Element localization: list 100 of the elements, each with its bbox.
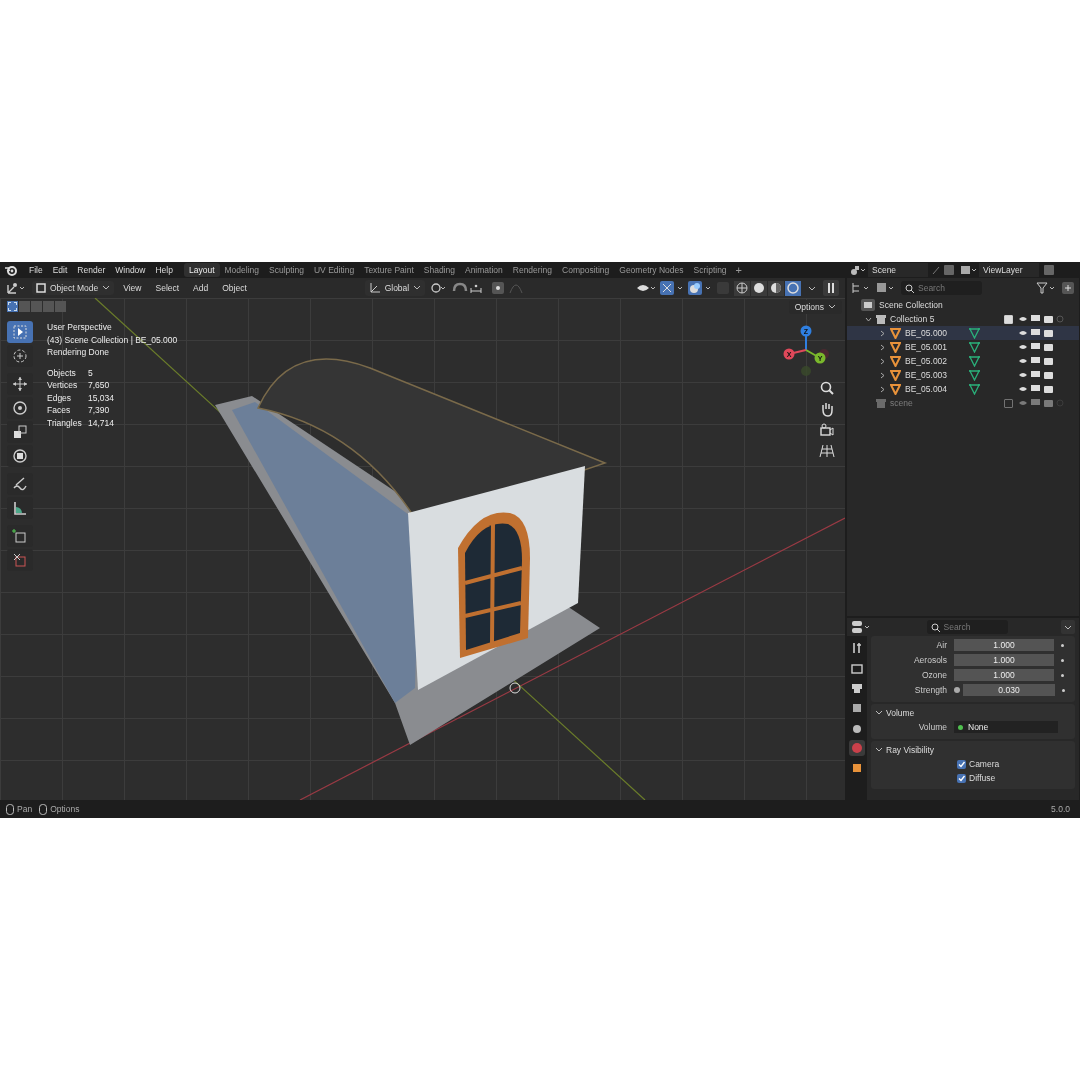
number-field[interactable]: 1.000 [954,669,1054,681]
workspace-tab[interactable]: Compositing [557,263,615,277]
hand-icon[interactable] [819,401,835,417]
grid-icon[interactable] [819,443,835,459]
visibility-toggles-icon[interactable] [1017,314,1067,324]
overlay-toggle-icon[interactable] [688,281,712,295]
outliner-row[interactable]: BE_05.003 [847,368,1079,382]
mesh-data-icon[interactable] [969,383,981,395]
outliner-item[interactable]: Collection 5 [890,314,935,324]
scale-tool-icon [12,424,28,440]
visibility-toggles-icon[interactable] [1017,398,1067,408]
workspace-tab[interactable]: Modeling [219,263,264,277]
viewport-info-text: Rendering Done [47,346,110,359]
keyframe-icon[interactable] [1061,643,1064,647]
pivot-icon[interactable] [429,281,448,295]
outliner-row[interactable]: BE_05.001 [847,340,1079,354]
workspace-tab[interactable]: Scripting [688,263,732,277]
viewport-menu[interactable]: Add [188,281,214,295]
workspace-tab[interactable]: Shading [418,263,460,277]
exclude-checkbox[interactable] [1004,314,1013,324]
workspace-tab[interactable]: Layout [183,263,220,277]
mesh-data-icon[interactable] [969,369,981,381]
workspace-tab[interactable]: UV Editing [308,263,360,277]
outliner-row[interactable]: BE_05.004 [847,382,1079,396]
menu-item[interactable]: File [24,263,48,277]
mesh-object-icon [890,327,901,339]
material-shading-button[interactable] [768,280,784,296]
proportional-edit-icon[interactable] [491,281,506,295]
workspace-tab[interactable]: Sculpting [264,263,309,277]
workspace-tab[interactable]: Animation [459,263,508,277]
rendered-shading-button[interactable] [785,280,801,296]
pause-icon[interactable] [823,280,839,296]
outliner-row[interactable]: BE_05.002 [847,354,1079,368]
number-field[interactable]: 1.000 [954,654,1054,666]
world-tab-icon [851,742,863,754]
scene-field[interactable]: Scene [868,263,928,277]
view-layer-field[interactable]: ViewLayer [979,263,1039,277]
outliner-item[interactable]: BE_05.004 [905,384,948,394]
workspace-tab[interactable]: Rendering [507,263,557,277]
keyframe-icon[interactable] [1061,658,1064,662]
workspace-tab[interactable]: Geometry Nodes [614,263,689,277]
wireframe-shading-button[interactable] [734,280,750,296]
checkbox[interactable] [957,759,966,769]
gizmo-toggle-icon[interactable] [660,281,684,295]
field-label: Volume [917,722,948,732]
options-dropdown[interactable]: Options [788,300,842,314]
stat-label: Faces [47,404,72,417]
caret-icon [828,304,836,310]
dormer-model-drawing[interactable] [215,358,606,745]
checkbox-label: Diffuse [969,773,996,783]
viewport-menu[interactable]: Select [150,281,185,295]
orientation-dropdown[interactable]: Global [364,280,426,296]
viewport-menu[interactable]: View [118,281,147,295]
stat-value: 5 [88,366,94,379]
keyframe-icon[interactable] [1062,688,1065,692]
mode-dropdown[interactable]: Object Mode [32,281,115,295]
solid-shading-button[interactable] [751,280,767,296]
mesh-data-icon[interactable] [969,341,981,353]
stat-label: Edges [47,391,73,404]
socket-icon[interactable] [954,687,960,693]
number-field[interactable]: 0.030 [963,684,1055,696]
zoom-icon[interactable] [819,380,835,396]
stat-value: 7,390 [88,404,111,417]
keyframe-icon[interactable] [1061,673,1064,677]
mouse-icon [39,803,48,815]
outliner-item[interactable]: BE_05.002 [905,356,948,366]
copy-icon[interactable] [1042,264,1056,276]
menu-item[interactable]: Edit [47,263,73,277]
new-collection-icon[interactable] [1061,281,1075,295]
outliner-row[interactable]: BE_05.000 [847,326,1079,340]
menu-item[interactable]: Window [110,263,151,277]
selection-mode-button[interactable] [7,301,18,312]
stat-value: 7,650 [88,379,111,392]
scene-icon[interactable] [849,264,865,276]
search-field[interactable]: Search [901,281,982,295]
checkbox[interactable] [957,773,966,783]
panel-header[interactable]: Volume [875,706,1071,720]
panel-header[interactable]: Ray Visibility [875,743,1071,757]
camera-icon[interactable] [819,422,835,438]
menu-item[interactable]: Render [72,263,111,277]
mesh-object-icon [890,383,901,395]
outliner-item[interactable]: BE_05.000 [905,328,948,338]
mesh-data-icon[interactable] [969,327,981,339]
menu-item[interactable]: Help [150,263,178,277]
outliner-item[interactable]: Scene Collection [879,300,943,310]
search-field[interactable]: Search [926,620,1008,634]
stat-label: Objects [47,366,77,379]
tool-tab-icon [851,642,863,654]
link-field[interactable]: None [954,721,1058,733]
viewport-menu[interactable]: Object [217,281,252,295]
app-logo-icon[interactable] [4,264,18,276]
add-workspace-button[interactable]: + [731,264,747,276]
dropdown-icon[interactable] [1061,620,1075,634]
mesh-data-icon[interactable] [969,355,981,367]
workspace-tab[interactable]: Texture Paint [359,263,419,277]
outliner-item[interactable]: BE_05.001 [905,342,948,352]
select-tool-button[interactable] [7,321,33,343]
number-field[interactable]: 1.000 [954,639,1054,651]
layers-icon[interactable] [960,264,976,276]
outliner-item[interactable]: BE_05.003 [905,370,948,380]
